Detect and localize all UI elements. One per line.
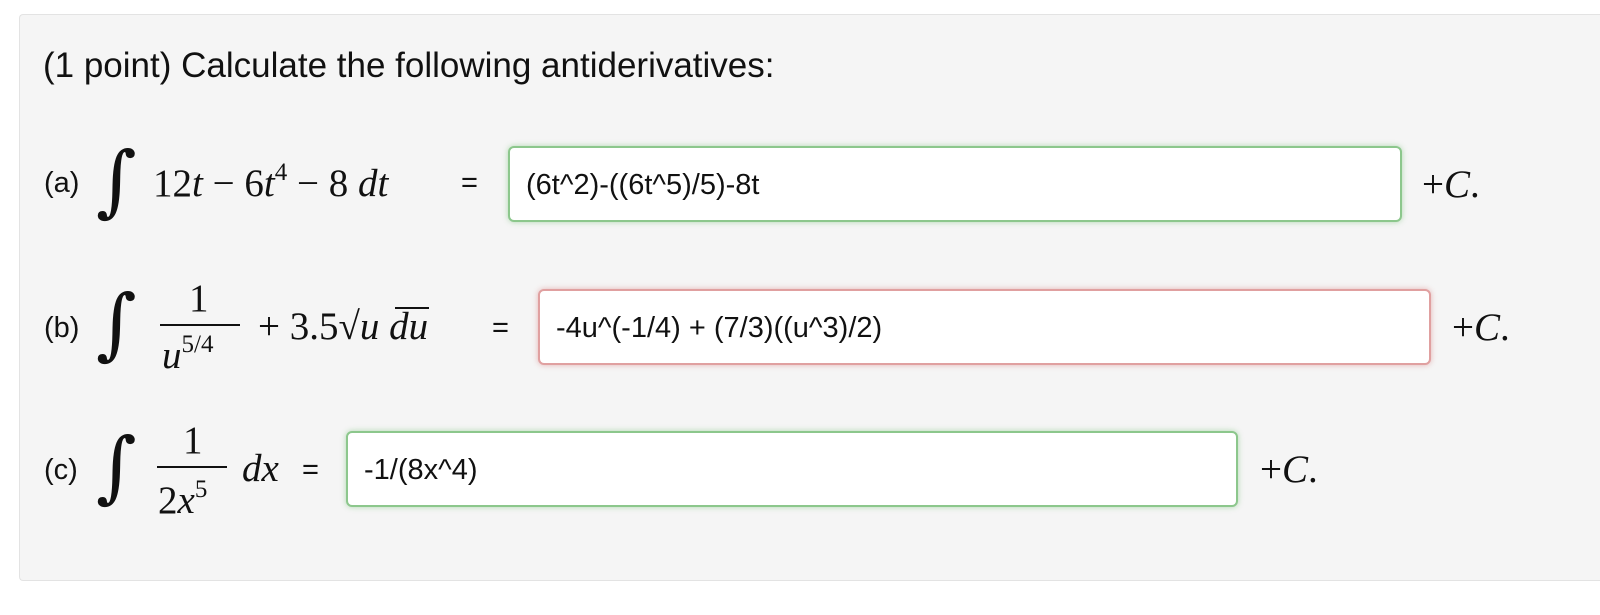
integral-sign-c: ∫ — [96, 422, 137, 512]
part-b-numerator: 1 — [189, 277, 209, 320]
part-c-differential: dx — [242, 447, 279, 490]
part-a-equals: = — [461, 167, 478, 199]
part-c-answer-input[interactable]: -1/(8x^4) — [346, 431, 1238, 507]
part-c-label: (c) — [44, 454, 78, 486]
part-c-denominator: 2x5 — [158, 476, 208, 522]
part-b-answer-input[interactable]: -4u^(-1/4) + (7/3)((u^3)/2) — [538, 289, 1431, 365]
part-b-second-term: + 3.5√u du — [258, 305, 429, 348]
part-b-constant: +C. — [1452, 306, 1510, 349]
part-b-fraction-bar — [160, 324, 240, 326]
integral-sign-a: ∫ — [96, 136, 137, 226]
part-a-integrand: 12t − 6t4 − 8 dt — [153, 159, 389, 205]
part-c-constant: +C. — [1260, 448, 1318, 491]
problem-title: (1 point) Calculate the following antide… — [43, 46, 775, 85]
part-b-denominator: u5/4 — [162, 331, 214, 377]
part-c-equals: = — [302, 454, 319, 486]
part-b-radical-bar — [395, 307, 429, 309]
part-a-answer-input[interactable]: (6t^2)-((6t^5)/5)-8t — [508, 146, 1402, 222]
part-a-constant: +C. — [1422, 163, 1480, 206]
part-c-fraction-bar — [157, 466, 227, 468]
part-c-numerator: 1 — [183, 419, 203, 462]
part-b-label: (b) — [44, 312, 80, 344]
integral-sign-b: ∫ — [96, 279, 137, 369]
part-b-equals: = — [492, 312, 509, 344]
part-a-label: (a) — [44, 167, 80, 199]
